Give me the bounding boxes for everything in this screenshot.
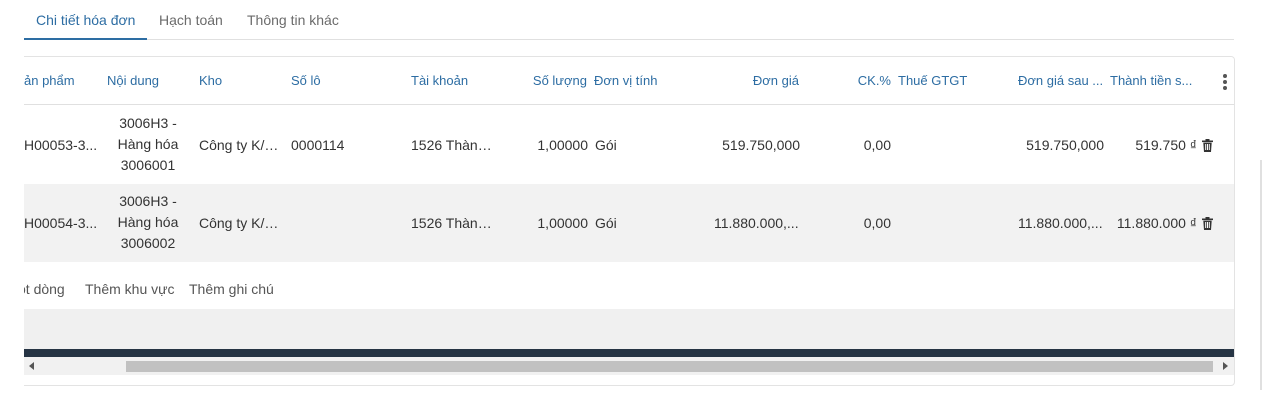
cell-lot[interactable]: 0000114 <box>291 106 371 184</box>
active-tab-indicator <box>24 38 147 40</box>
cell-price-after[interactable]: 11.880.000,... <box>1018 184 1104 262</box>
cell-description[interactable]: 3006H3 - Hàng hóa 3006001 <box>110 106 186 184</box>
cell-unit-price[interactable]: 519.750,000 <box>704 106 800 184</box>
cell-quantity[interactable]: 1,00000 <box>524 184 588 262</box>
grid-header: ản phẩm Nội dung Kho Số lô Tài khoản Số … <box>24 57 1234 105</box>
cell-warehouse[interactable]: Công ty K/K... <box>199 106 285 184</box>
col-header-account[interactable]: Tài khoản <box>411 57 491 105</box>
horizontal-scrollbar[interactable] <box>24 357 1234 375</box>
cell-amount[interactable]: 519.750 ₫ <box>1110 106 1197 184</box>
cell-price-after[interactable]: 519.750,000 <box>1008 106 1104 184</box>
cell-lot[interactable] <box>291 184 371 262</box>
cell-product[interactable]: H00054-3... <box>24 184 99 262</box>
col-header-unit-price[interactable]: Đơn giá <box>714 57 799 105</box>
cell-account[interactable]: 1526 Thành... <box>411 184 497 262</box>
cell-vat[interactable] <box>898 184 978 262</box>
col-header-unit[interactable]: Đơn vị tính <box>594 57 674 105</box>
table-row[interactable]: H00054-3... 3006H3 - Hàng hóa 3006002 Cô… <box>24 184 1234 262</box>
cell-unit[interactable]: Gói <box>595 106 655 184</box>
cell-warehouse[interactable]: Công ty K/K... <box>199 184 285 262</box>
scrollbar-thumb[interactable] <box>126 361 1213 372</box>
cell-account[interactable]: 1526 Thành... <box>411 106 497 184</box>
cell-unit[interactable]: Gói <box>595 184 655 262</box>
add-note-link[interactable]: Thêm ghi chú <box>189 269 274 309</box>
col-header-lot[interactable]: Số lô <box>291 57 351 105</box>
tab-accounting[interactable]: Hạch toán <box>159 0 223 40</box>
table-row[interactable]: H00053-3... 3006H3 - Hàng hóa 3006001 Cô… <box>24 106 1234 184</box>
grid-footer <box>24 309 1234 349</box>
arrow-left-icon[interactable] <box>24 357 40 375</box>
col-header-quantity[interactable]: Số lượng <box>524 57 587 105</box>
trash-icon[interactable] <box>1200 184 1214 262</box>
col-header-warehouse[interactable]: Kho <box>199 57 259 105</box>
cell-discount[interactable]: 0,00 <box>834 184 891 262</box>
col-header-product[interactable]: ản phẩm <box>24 57 94 105</box>
grid-actions: ột dòng Thêm khu vực Thêm ghi chú <box>24 269 1234 309</box>
add-row-link[interactable]: ột dòng <box>24 269 65 309</box>
grid-footer-bar <box>24 349 1234 357</box>
cell-unit-price[interactable]: 11.880.000,... <box>714 184 800 262</box>
cell-description[interactable]: 3006H3 - Hàng hóa 3006002 <box>110 184 186 262</box>
add-section-link[interactable]: Thêm khu vực <box>85 269 175 309</box>
cell-discount[interactable]: 0,00 <box>834 106 891 184</box>
more-vertical-icon[interactable] <box>1222 74 1228 90</box>
col-header-vat[interactable]: Thuế GTGT <box>898 57 978 105</box>
cell-quantity[interactable]: 1,00000 <box>524 106 588 184</box>
tab-invoice-details[interactable]: Chi tiết hóa đơn <box>36 0 135 40</box>
cell-product[interactable]: H00053-3... <box>24 106 99 184</box>
col-header-price-after[interactable]: Đơn giá sau ... <box>1018 57 1108 105</box>
col-header-description[interactable]: Nội dung <box>107 57 187 105</box>
arrow-right-icon[interactable] <box>1217 357 1233 375</box>
invoice-tabs: Chi tiết hóa đơn Hạch toán Thông tin khá… <box>24 0 1234 40</box>
trash-icon[interactable] <box>1200 106 1214 184</box>
col-header-discount[interactable]: CK.% <box>824 57 891 105</box>
cell-amount[interactable]: 11.880.000 ₫ <box>1110 184 1197 262</box>
cell-vat[interactable] <box>898 106 978 184</box>
col-header-amount[interactable]: Thành tiền s... <box>1110 57 1196 105</box>
invoice-detail-grid: ản phẩm Nội dung Kho Số lô Tài khoản Số … <box>24 56 1235 386</box>
tab-other-info[interactable]: Thông tin khác <box>247 0 339 40</box>
